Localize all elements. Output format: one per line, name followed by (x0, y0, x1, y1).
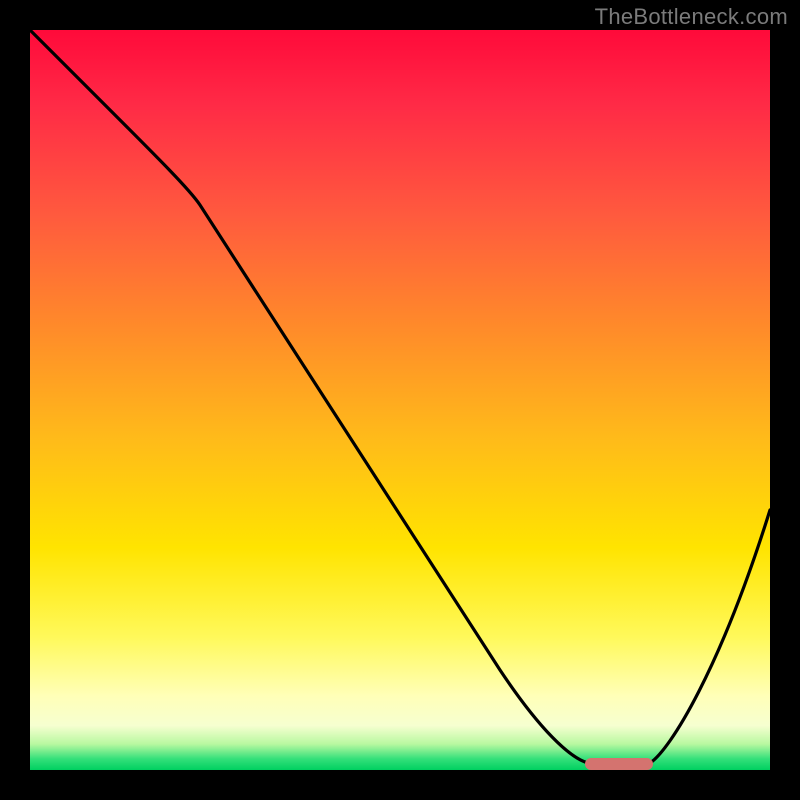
watermark-text: TheBottleneck.com (595, 4, 788, 30)
chart-frame: TheBottleneck.com (0, 0, 800, 800)
chart-plot-area (30, 30, 770, 770)
